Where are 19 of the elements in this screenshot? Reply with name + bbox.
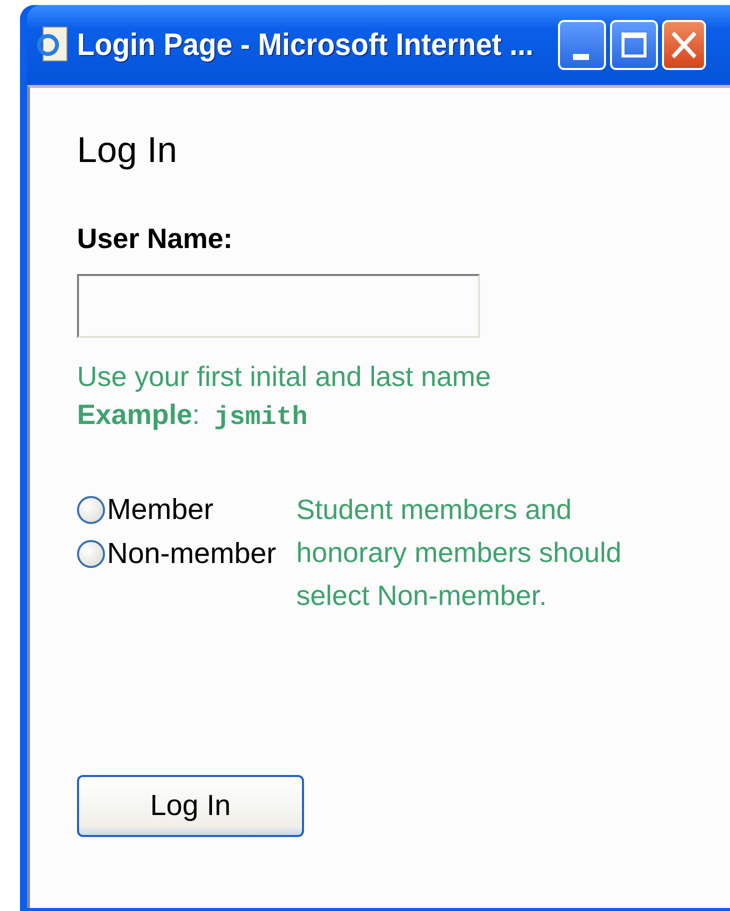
radio-option[interactable]: Non-member: [77, 534, 276, 574]
example-label: Example:: [77, 398, 200, 432]
close-button[interactable]: [662, 20, 706, 70]
maximize-icon: [620, 32, 647, 58]
example-value: jsmith: [214, 401, 308, 434]
minimize-icon: [572, 54, 589, 60]
field-label: User Name:: [77, 222, 234, 256]
radio-button[interactable]: [77, 540, 105, 568]
login-button[interactable]: Log In: [77, 775, 304, 837]
window-title: Login Page - Microsoft Internet ...: [77, 27, 534, 63]
note-text: Student members and honorary members should select Non-member.: [296, 493, 622, 613]
page-heading: Log In: [77, 128, 178, 172]
radio-option[interactable]: Member: [77, 490, 276, 530]
maximize-button[interactable]: [610, 20, 658, 70]
radio-button[interactable]: [77, 496, 105, 524]
minimize-button[interactable]: [558, 20, 606, 70]
close-icon: [670, 30, 698, 60]
hint-text: Use your first inital and last name: [77, 360, 492, 394]
user-name-field[interactable]: [77, 274, 480, 338]
